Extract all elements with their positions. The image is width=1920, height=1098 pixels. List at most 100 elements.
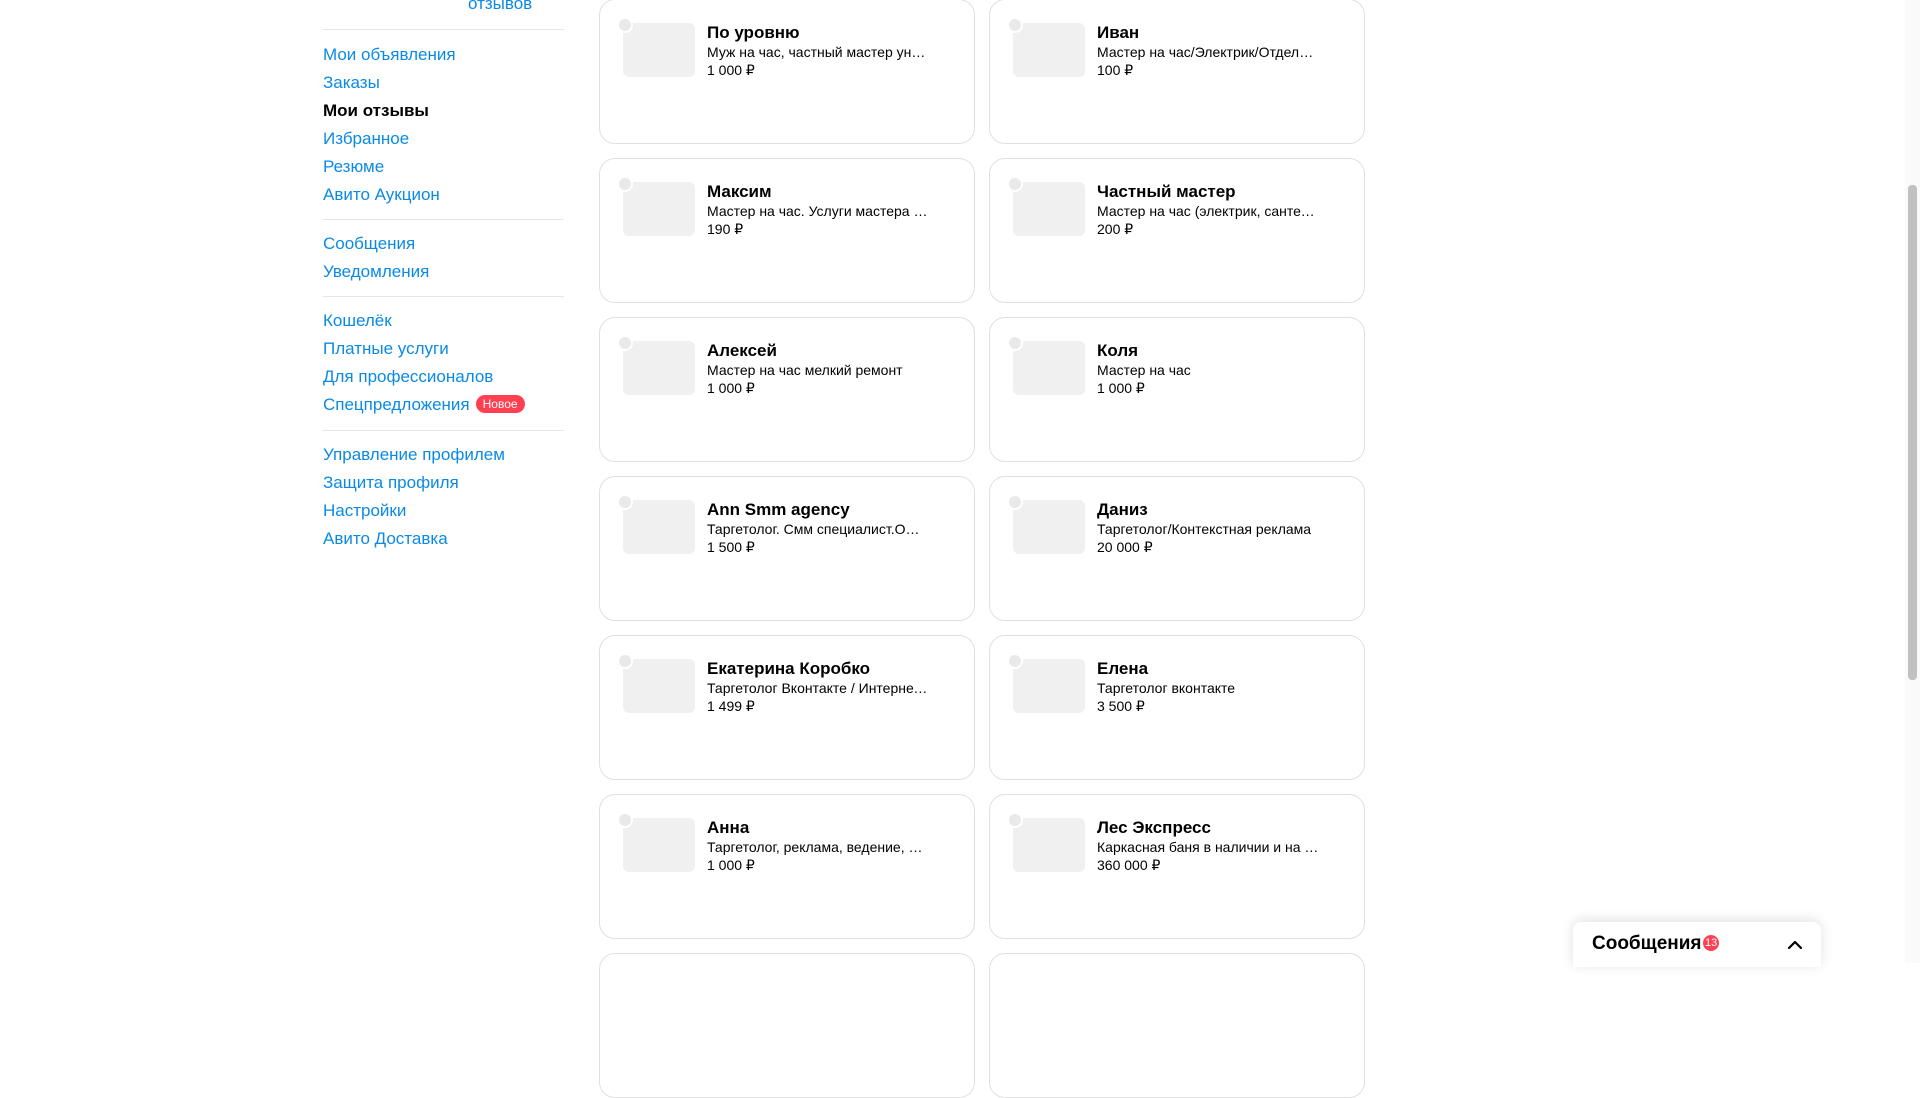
card-thumbnail — [623, 659, 695, 713]
favorite-card[interactable]: Елена Таргетолог вконтакте 3 500 ₽ — [989, 635, 1365, 780]
nav-avito-auction[interactable]: Авито Аукцион — [323, 181, 564, 209]
card-description: Мастер на час. Услуги мастера на час — [707, 203, 929, 219]
favorite-card[interactable]: Частный мастер Мастер на час (электрик, с… — [989, 158, 1365, 303]
card-thumbnail — [623, 818, 695, 872]
card-price: 20 000 ₽ — [1097, 539, 1153, 555]
card-thumbnail — [1013, 500, 1085, 554]
favorite-card[interactable]: Екатерина Коробко Таргетолог Вконтакте / … — [599, 635, 975, 780]
favorite-card[interactable]: По уровню Муж на час, частный мастер унив… — [599, 0, 975, 144]
new-badge: Новое — [475, 395, 525, 413]
favorite-card[interactable]: Иван Мастер на час/Электрик/Отделочник 100… — [989, 0, 1365, 144]
nav-group-profile: Управление профилем Защита профиля Настр… — [323, 441, 564, 553]
card-title[interactable]: Елена — [1097, 659, 1347, 679]
card-price: 1 499 ₽ — [707, 698, 755, 714]
card-thumbnail — [1013, 341, 1085, 395]
select-checkbox[interactable] — [617, 17, 633, 33]
card-title[interactable]: Анна — [707, 818, 957, 838]
card-price: 100 ₽ — [1097, 62, 1134, 78]
divider — [323, 430, 564, 431]
card-title[interactable]: Даниз — [1097, 500, 1347, 520]
nav-profile-protection[interactable]: Защита профиля — [323, 469, 564, 497]
card-description: Мастер на час — [1097, 362, 1191, 378]
select-checkbox[interactable] — [617, 812, 633, 828]
select-checkbox[interactable] — [1007, 653, 1023, 669]
card-description: Каркасная баня в наличии и на заказ — [1097, 839, 1319, 855]
card-title[interactable]: Частный мастер — [1097, 182, 1347, 202]
card-price: 1 000 ₽ — [1097, 380, 1145, 396]
favorite-card[interactable]: МаксимМастер на час. Услуги мастера на ч… — [599, 158, 975, 303]
card-thumbnail — [1013, 182, 1085, 236]
nav-orders[interactable]: Заказы — [323, 69, 564, 97]
nav-special-offers-label: Спецпредложения — [323, 395, 470, 414]
card-thumbnail — [623, 23, 695, 77]
card-title[interactable]: Иван — [1097, 23, 1347, 43]
nav-wallet[interactable]: Кошелёк — [323, 307, 564, 335]
select-checkbox[interactable] — [617, 494, 633, 510]
nav-special-offers[interactable]: Спецпредложения Новое — [323, 391, 564, 419]
card-description: Мастер на час/Электрик/Отделочник — [1097, 44, 1319, 60]
messages-widget-label: Сообщения — [1592, 933, 1702, 954]
card-description: Муж на час, частный мастер универсал — [707, 44, 929, 60]
card-thumbnail — [623, 182, 695, 236]
nav-notifications[interactable]: Уведомления — [323, 258, 564, 286]
scrollbar[interactable] — [1905, 0, 1920, 963]
card-description: Таргетолог, реклама, ведение, продвижени… — [707, 839, 929, 855]
select-checkbox[interactable] — [1007, 812, 1023, 828]
card-title[interactable]: По уровню — [707, 23, 957, 43]
card-description: Таргетолог Вконтакте / Интернет маркетол… — [707, 680, 929, 696]
nav-for-professionals[interactable]: Для профессионалов — [323, 363, 564, 391]
card-price: 360 000 ₽ — [1097, 857, 1161, 873]
chevron-up-icon[interactable] — [1786, 936, 1804, 954]
card-title[interactable]: Максим — [707, 182, 957, 202]
scrollbar-thumb[interactable] — [1908, 185, 1917, 680]
select-checkbox[interactable] — [1007, 335, 1023, 351]
favorite-card[interactable]: Лес Экспресс Каркасная баня в наличии и н… — [989, 794, 1365, 939]
card-price: 200 ₽ — [1097, 221, 1134, 237]
card-price: 1 000 ₽ — [707, 380, 755, 396]
favorite-card[interactable] — [989, 953, 1365, 1098]
nav-messages[interactable]: Сообщения — [323, 230, 564, 258]
card-price: 190 ₽ — [707, 221, 744, 237]
card-price: 1 500 ₽ — [707, 539, 755, 555]
favorite-card[interactable]: Даниз Таргетолог/Контекстная реклама 20 00… — [989, 476, 1365, 621]
nav-my-ads[interactable]: Мои объявления — [323, 41, 564, 69]
nav-paid-services[interactable]: Платные услуги — [323, 335, 564, 363]
favorite-card[interactable] — [599, 953, 975, 1098]
favorite-card[interactable]: Алексей Мастер на час мелкий ремонт 1 000 … — [599, 317, 975, 462]
card-price: 3 500 ₽ — [1097, 698, 1145, 714]
nav-settings[interactable]: Настройки — [323, 497, 564, 525]
messages-widget[interactable]: Сообщения 13 — [1573, 922, 1821, 967]
select-checkbox[interactable] — [1007, 17, 1023, 33]
card-title[interactable]: Ann Smm agency — [707, 500, 957, 520]
nav-favorites[interactable]: Избранное — [323, 125, 564, 153]
divider — [323, 296, 564, 297]
card-description: Мастер на час мелкий ремонт — [707, 362, 903, 378]
card-thumbnail — [1013, 23, 1085, 77]
nav-group-main: Мои объявления Заказы Мои отзывы Избранн… — [323, 41, 564, 209]
nav-my-reviews[interactable]: Мои отзывы — [323, 97, 564, 125]
favorite-card[interactable]: АннаТаргетолог, реклама, ведение, продви… — [599, 794, 975, 939]
select-checkbox[interactable] — [1007, 176, 1023, 192]
nav-avito-delivery[interactable]: Авито Доставка — [323, 525, 564, 553]
reviews-count-link[interactable]: отзывов — [468, 0, 532, 14]
card-title[interactable]: Лес Экспресс — [1097, 818, 1347, 838]
card-description: Таргетолог вконтакте — [1097, 680, 1236, 696]
select-checkbox[interactable] — [617, 653, 633, 669]
nav-profile-management[interactable]: Управление профилем — [323, 441, 564, 469]
nav-group-finance: Кошелёк Платные услуги Для профессионало… — [323, 307, 564, 419]
nav-resume[interactable]: Резюме — [323, 153, 564, 181]
card-description: Таргетолог/Контекстная реклама — [1097, 521, 1312, 537]
favorite-card[interactable]: Коля Мастер на час 1 000 ₽ — [989, 317, 1365, 462]
select-checkbox[interactable] — [617, 335, 633, 351]
card-price: 1 000 ₽ — [707, 62, 755, 78]
select-checkbox[interactable] — [617, 176, 633, 192]
card-thumbnail — [623, 341, 695, 395]
nav-group-communication: Сообщения Уведомления — [323, 230, 564, 286]
favorite-card[interactable]: Ann Smm agency Таргетолог. Смм специалист… — [599, 476, 975, 621]
card-title[interactable]: Екатерина Коробко — [707, 659, 957, 679]
card-title[interactable]: Алексей — [707, 341, 957, 361]
card-title[interactable]: Коля — [1097, 341, 1347, 361]
divider — [323, 219, 564, 220]
card-thumbnail — [1013, 818, 1085, 872]
select-checkbox[interactable] — [1007, 494, 1023, 510]
